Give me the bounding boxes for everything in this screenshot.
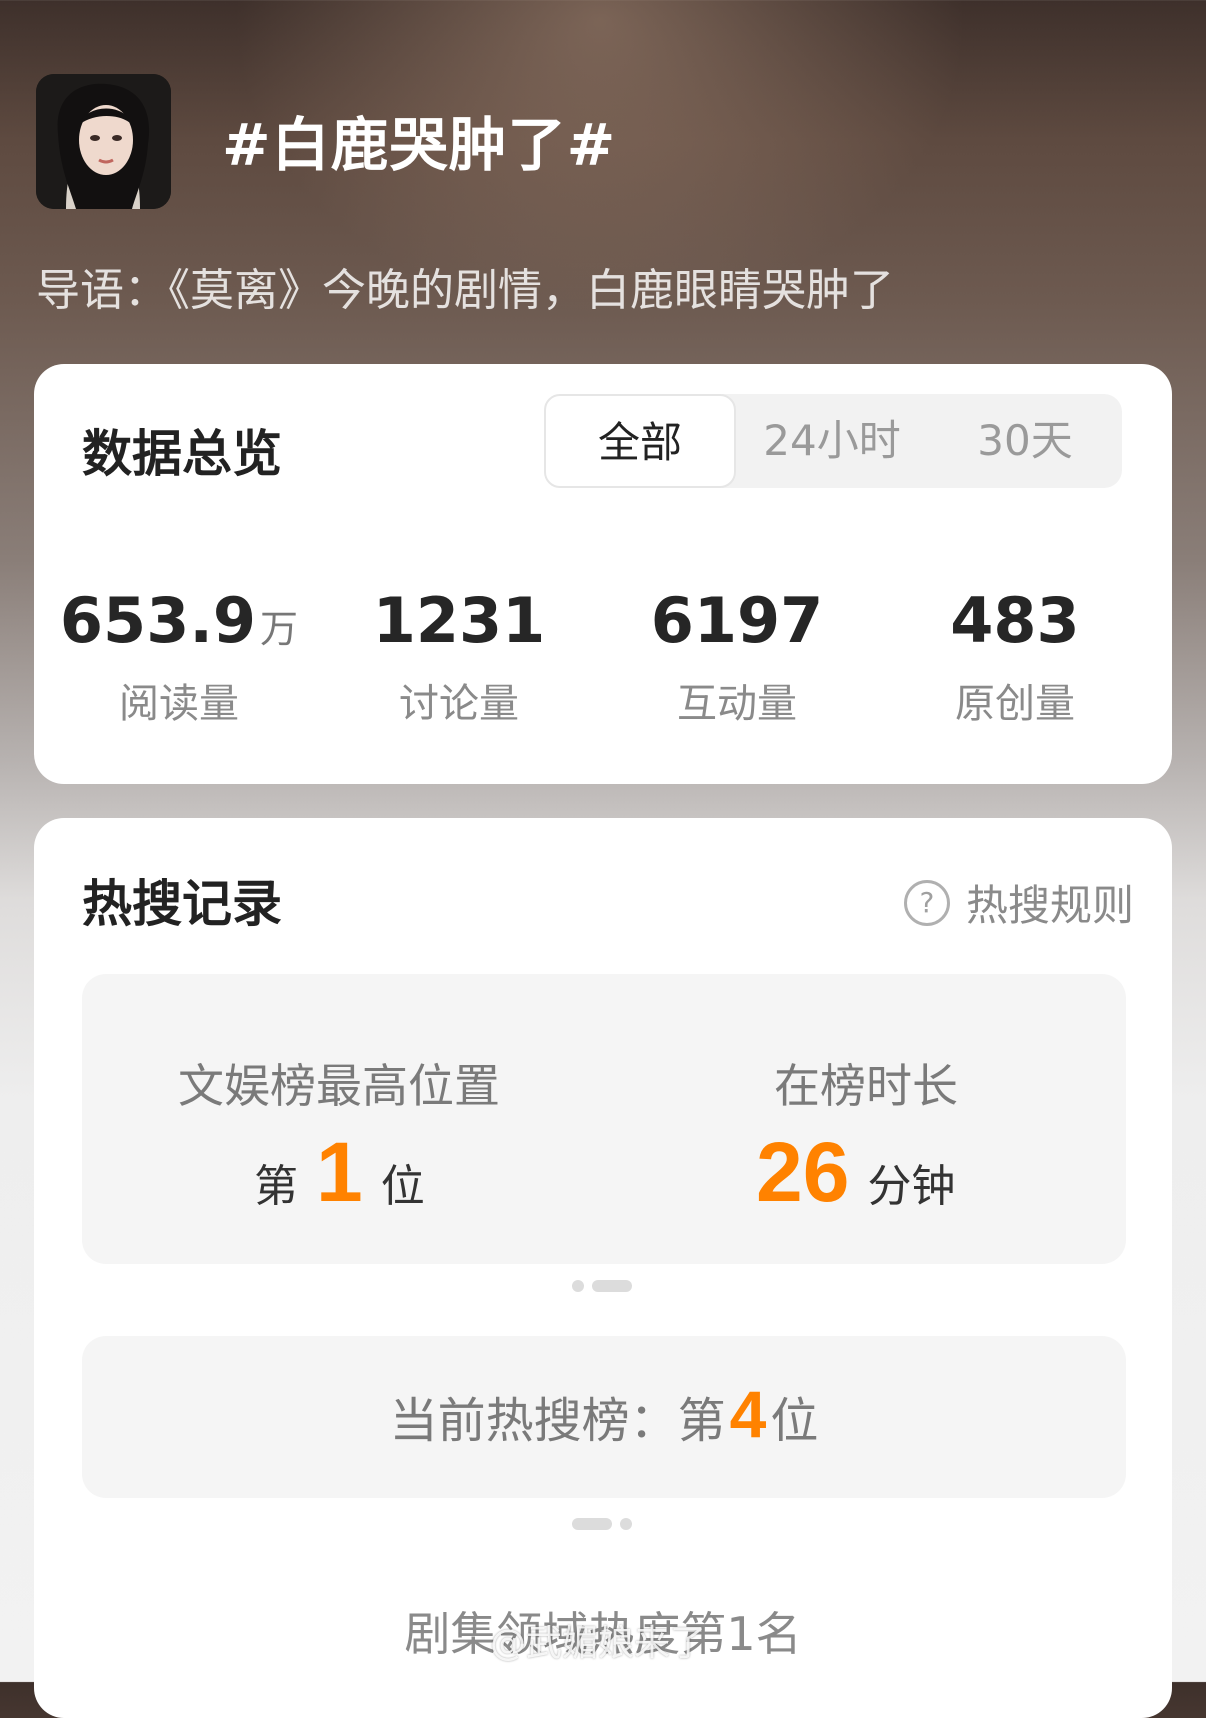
duration-number: 26 — [756, 1125, 850, 1219]
stat-interactions: 6197 互动量 — [602, 584, 872, 729]
hot-search-record-card: 热搜记录 ? 热搜规则 文娱榜最高位置 第1位 在榜时长 26 分钟 当前热搜榜：… — [34, 818, 1172, 1718]
current-rank-number: 4 — [729, 1377, 767, 1451]
data-overview-card: 数据总览 全部 24小时 30天 653.9 万 阅读量 1231 讨论量 619… — [34, 364, 1172, 784]
stat-unit: 万 — [260, 607, 299, 651]
stat-value-text: 653.9 — [59, 584, 257, 657]
overview-title: 数据总览 — [82, 425, 282, 483]
current-rank-suffix: 位 — [770, 1393, 819, 1449]
tab-24h[interactable]: 24小时 — [736, 394, 928, 488]
duration-value: 26 分钟 — [756, 1124, 955, 1221]
current-rank-panel[interactable]: 当前热搜榜：第4位 — [82, 1336, 1126, 1498]
topic-avatar[interactable] — [36, 74, 171, 209]
peak-number: 1 — [316, 1125, 363, 1219]
tab-30d[interactable]: 30天 — [928, 394, 1122, 488]
stat-discussions: 1231 讨论量 — [324, 584, 594, 729]
question-circle-icon: ? — [903, 879, 950, 926]
peak-suffix: 位 — [380, 1161, 425, 1212]
tab-all[interactable]: 全部 — [544, 394, 736, 488]
stat-reads-label: 阅读量 — [119, 681, 239, 727]
stat-interactions-label: 互动量 — [677, 681, 797, 727]
stat-reads-value: 653.9 万 — [44, 584, 314, 657]
stat-originals: 483 原创量 — [880, 584, 1150, 729]
topic-title: #白鹿哭肿了# — [222, 111, 617, 179]
stat-discussions-label: 讨论量 — [399, 681, 519, 727]
duration-suffix: 分钟 — [867, 1161, 956, 1212]
rules-label: 热搜规则 — [965, 881, 1134, 930]
topic-intro: 导语：《莫离》今晚的剧情，白鹿眼睛哭肿了 — [36, 265, 894, 316]
stat-discussions-value: 1231 — [372, 584, 546, 657]
carousel-indicator-1 — [572, 1280, 632, 1294]
weibo-watermark: @武媚娘来了 — [490, 1623, 707, 1664]
stat-originals-label: 原创量 — [955, 681, 1075, 727]
indicator-dot — [620, 1518, 632, 1530]
duration-label: 在榜时长 — [774, 1059, 958, 1113]
hot-search-stats-panel[interactable]: 文娱榜最高位置 第1位 在榜时长 26 分钟 — [82, 974, 1126, 1264]
peak-prefix: 第 — [254, 1161, 298, 1212]
portrait-image — [36, 74, 171, 209]
indicator-dot-active — [592, 1280, 632, 1292]
hot-search-rules-link[interactable]: ? 热搜规则 — [903, 872, 1134, 933]
hot-record-title: 热搜记录 — [82, 875, 282, 933]
stat-reads: 653.9 万 阅读量 — [44, 584, 314, 729]
current-rank: 当前热搜榜：第4位 — [82, 1376, 1126, 1452]
indicator-dot — [572, 1280, 584, 1292]
carousel-indicator-2 — [572, 1518, 632, 1532]
current-rank-label: 当前热搜榜：第 — [389, 1393, 726, 1449]
peak-position-label: 文娱榜最高位置 — [178, 1059, 500, 1113]
stat-originals-value: 483 — [950, 584, 1080, 657]
stat-interactions-value: 6197 — [650, 584, 824, 657]
indicator-dot-active — [572, 1518, 612, 1530]
time-range-tabs: 全部 24小时 30天 — [544, 394, 1122, 488]
peak-position-value: 第1位 — [254, 1124, 425, 1221]
